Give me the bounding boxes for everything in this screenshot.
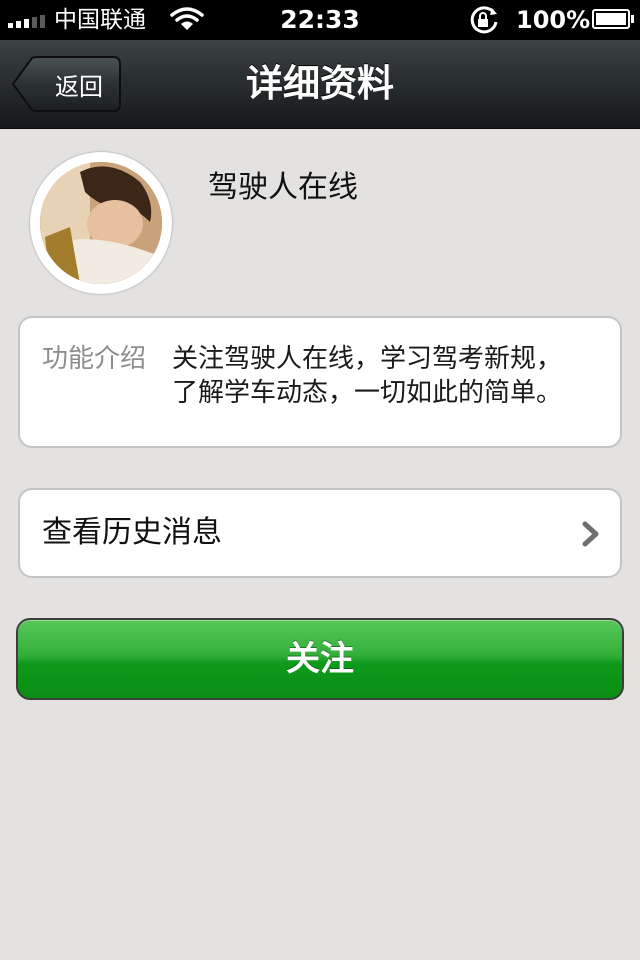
follow-button[interactable]: 关注 — [16, 618, 624, 700]
battery-percentage: 100% — [516, 6, 591, 34]
intro-card: 功能介绍 关注驾驶人在线，学习驾考新规， 了解学车动态，一切如此的简单。 — [18, 316, 622, 448]
avatar-photo — [40, 162, 162, 284]
battery-icon — [592, 9, 634, 29]
status-bar: 中国联通 22:33 100% — [0, 0, 640, 40]
rotation-lock-icon — [468, 5, 500, 39]
view-history-label: 查看历史消息 — [42, 515, 222, 550]
avatar — [30, 152, 172, 294]
intro-text-line: 关注驾驶人在线，学习驾考新规， — [172, 344, 563, 374]
page-title: 详细资料 — [246, 62, 394, 105]
navigation-bar: 返回 详细资料 — [0, 40, 640, 129]
chevron-right-icon — [582, 521, 600, 551]
intro-label: 功能介绍 — [42, 344, 147, 374]
view-history-row[interactable]: 查看历史消息 — [18, 488, 622, 578]
intro-text: 关注驾驶人在线，学习驾考新规， 了解学车动态，一切如此的简单。 — [172, 342, 612, 410]
account-name: 驾驶人在线 — [208, 170, 358, 205]
intro-text-line: 了解学车动态，一切如此的简单。 — [172, 378, 563, 408]
